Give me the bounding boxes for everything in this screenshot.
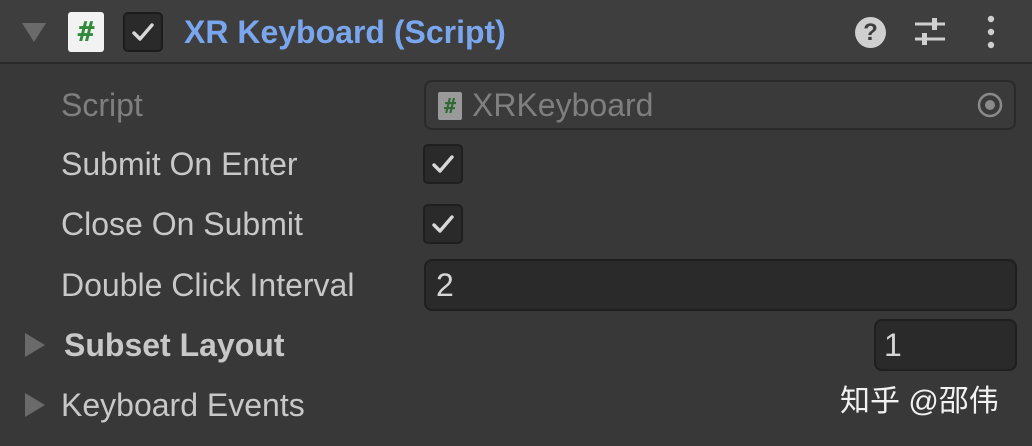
submit-on-enter-checkbox[interactable] (423, 144, 463, 184)
script-object-field[interactable]: # XRKeyboard (424, 80, 1016, 130)
component-header[interactable]: # XR Keyboard (Script) ? (0, 0, 1032, 64)
kebab-menu-icon[interactable] (982, 14, 1000, 50)
double-click-interval-label[interactable]: Double Click Interval (61, 256, 354, 314)
close-on-submit-checkbox[interactable] (423, 204, 463, 244)
csharp-script-icon: # (438, 92, 462, 120)
subset-layout-label[interactable]: Subset Layout (64, 316, 284, 374)
csharp-script-icon: # (68, 12, 104, 52)
submit-on-enter-row: Submit On Enter (0, 135, 1032, 193)
component-title[interactable]: XR Keyboard (Script) (184, 10, 506, 54)
subset-layout-row: Subset Layout 1 (0, 316, 1032, 374)
close-on-submit-row: Close On Submit (0, 195, 1032, 253)
triangle-right-icon[interactable] (25, 393, 45, 417)
checkmark-icon (432, 215, 454, 233)
double-click-interval-value[interactable]: 2 (436, 261, 454, 309)
triangle-right-icon[interactable] (25, 333, 45, 357)
double-click-interval-row: Double Click Interval 2 (0, 256, 1032, 314)
submit-on-enter-label: Submit On Enter (61, 146, 298, 182)
checkmark-icon (432, 155, 454, 173)
subset-layout-size-value[interactable]: 1 (884, 321, 902, 369)
checkmark-icon (132, 23, 154, 41)
sliders-icon[interactable] (913, 15, 947, 49)
inspector-component-panel: # XR Keyboard (Script) ? Script # XRKeyb… (0, 0, 1032, 446)
double-click-interval-input[interactable]: 2 (424, 259, 1017, 311)
watermark-text: 知乎 @邵伟 (840, 385, 999, 418)
object-picker-icon[interactable] (976, 91, 1004, 119)
component-enabled-checkbox[interactable] (123, 12, 163, 52)
subset-layout-size-input[interactable]: 1 (874, 319, 1017, 371)
keyboard-events-label[interactable]: Keyboard Events (61, 376, 305, 434)
triangle-down-icon[interactable] (22, 23, 46, 42)
close-on-submit-label: Close On Submit (61, 206, 303, 242)
script-label: Script (61, 87, 143, 123)
script-value: XRKeyboard (472, 87, 654, 123)
script-row: Script # XRKeyboard (0, 76, 1032, 134)
help-icon[interactable]: ? (855, 17, 886, 48)
